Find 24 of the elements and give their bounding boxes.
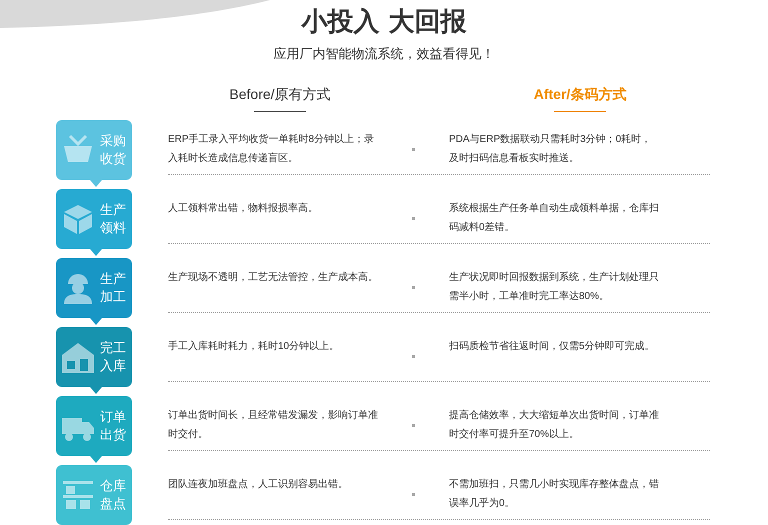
step-label: 生产加工 <box>100 270 126 306</box>
column-heading: After/条码方式 <box>534 84 626 104</box>
page-title: 小投入 大回报 <box>301 6 467 39</box>
step-label: 采购收货 <box>100 132 126 168</box>
column-heading: Before/原有方式 <box>229 84 331 104</box>
step-label: 仓库盘点 <box>100 476 126 512</box>
after-text: 不需加班扫，只需几小时实现库存整体盘点，错误率几乎为0。 <box>449 478 660 510</box>
before-text: 团队连夜加班盘点，人工识别容易出错。 <box>168 478 349 492</box>
before-text: 人工领料常出错，物料报损率高。 <box>168 202 319 216</box>
after-text: 扫码质检节省往返时间，仅需5分钟即可完成。 <box>449 340 656 354</box>
step-label: 订单出货 <box>100 408 126 444</box>
before-text: 生产现场不透明，工艺无法管控，生产成本高。 <box>168 270 379 284</box>
after-text: PDA与ERP数据联动只需耗时3分钟；0耗时，及时扫码信息看板实时推送。 <box>449 132 652 166</box>
after-text: 系统根据生产任务单自动生成领料单据，仓库扫码减料0差错。 <box>449 202 660 234</box>
before-text: 订单出货时间长，且经常错发漏发，影响订单准时交付。 <box>168 408 379 442</box>
after-text: 提高仓储效率，大大缩短单次出货时间，订单准时交付率可提升至70%以上。 <box>449 408 660 442</box>
before-text: 手工入库耗时耗力，耗时10分钟以上。 <box>168 340 340 354</box>
heading-underline <box>554 110 606 112</box>
step-label: 生产领料 <box>100 200 126 236</box>
heading-underline <box>254 110 306 112</box>
page-subtitle: 应用厂内智能物流系统，效益看得见！ <box>274 45 494 63</box>
step-label: 完工入库 <box>100 338 126 374</box>
after-text: 生产状况即时回报数据到系统，生产计划处理只需半小时，工单准时完工率达80%。 <box>449 270 660 304</box>
before-text: ERP手工录入平均收货一单耗时8分钟以上；录入耗时长造成信息传递盲区。 <box>168 132 376 166</box>
